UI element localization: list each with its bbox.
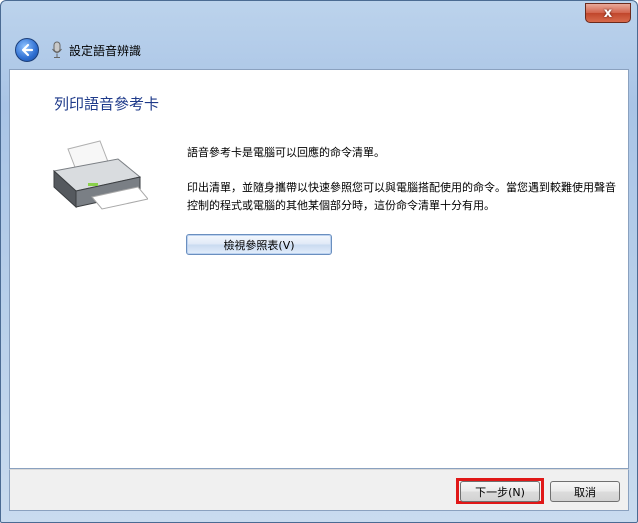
microphone-icon (52, 41, 62, 58)
cancel-button[interactable]: 取消 (550, 481, 620, 502)
next-button[interactable]: 下一步(N) (460, 481, 540, 502)
back-arrow-icon (21, 43, 34, 57)
printer-icon (52, 140, 148, 210)
close-button[interactable]: x (585, 3, 631, 23)
description-line-2: 印出清單，並隨身攜帶以快速參照您可以與電腦搭配使用的命令。當您遇到較難使用聲音控… (187, 181, 616, 212)
window-frame: x 設定語音辨識 列印語音參考卡 語音參考卡是電腦可以回應的命令清單。 印出清單… (0, 0, 638, 523)
window-title: 設定語音辨識 (69, 44, 142, 58)
wizard-footer: 下一步(N) 取消 (9, 469, 629, 511)
close-icon: x (603, 5, 613, 21)
description-line-1: 語音參考卡是電腦可以回應的命令清單。 (187, 146, 385, 159)
wizard-header: 設定語音辨識 (9, 31, 629, 69)
content-area: 列印語音參考卡 語音參考卡是電腦可以回應的命令清單。 印出清單，並隨身攜帶以快速… (9, 69, 629, 469)
page-heading: 列印語音參考卡 (54, 95, 160, 113)
view-reference-button[interactable]: 檢視參照表(V) (186, 234, 332, 255)
back-button[interactable] (15, 38, 39, 62)
